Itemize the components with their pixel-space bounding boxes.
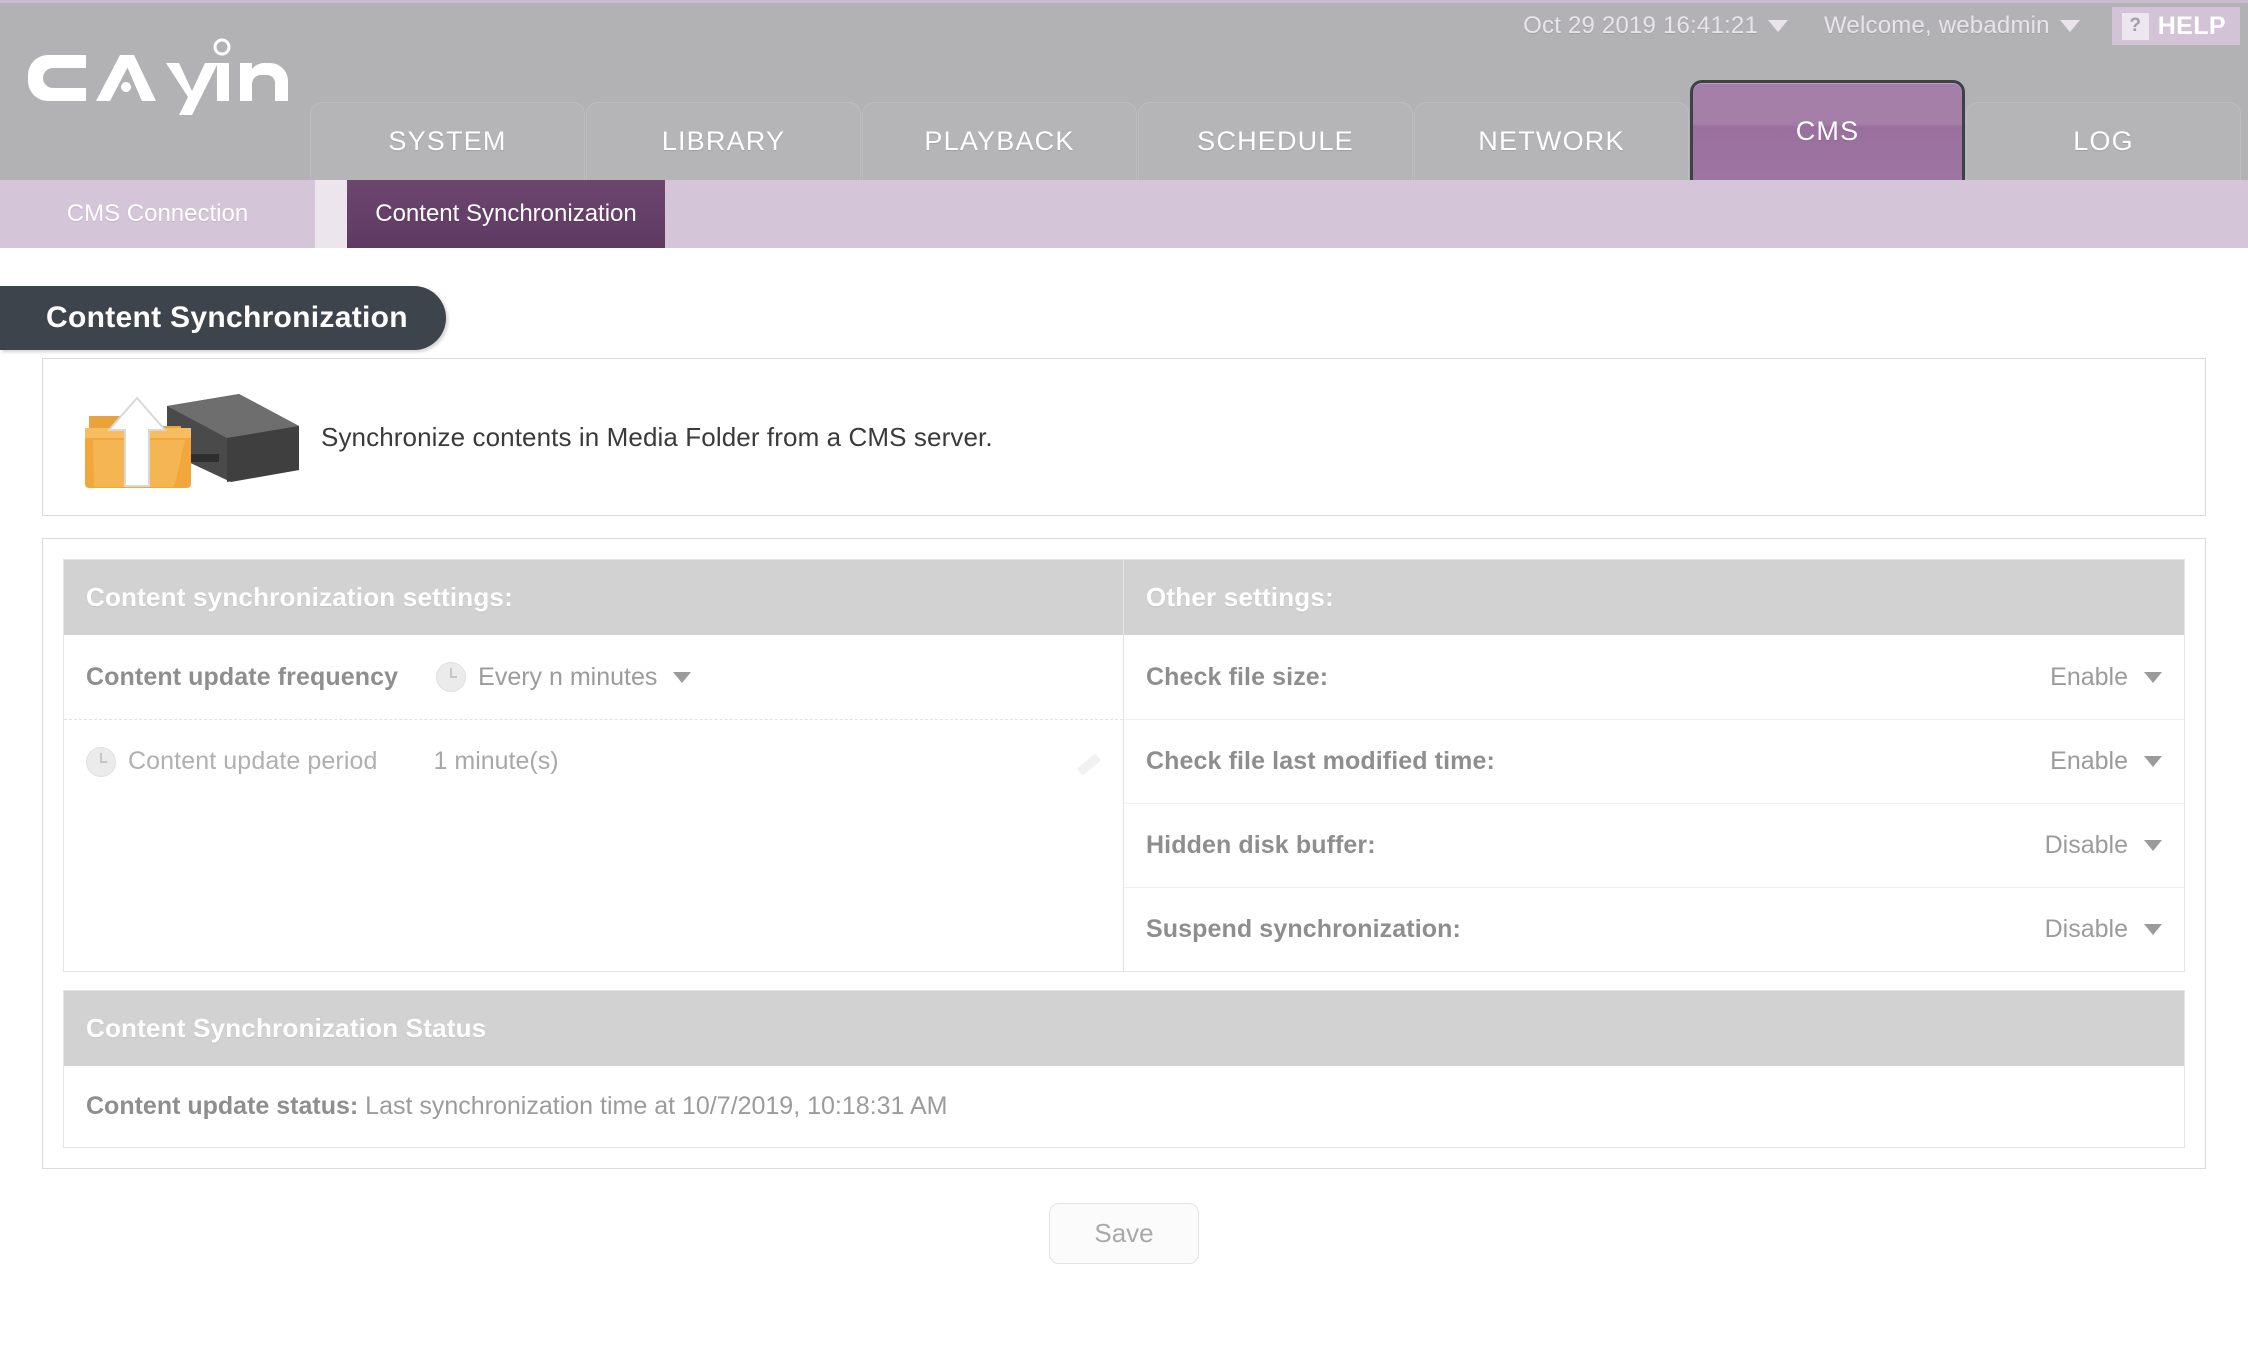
content-sync-status-heading: Content Synchronization Status <box>64 991 2184 1066</box>
subtab-label: CMS Connection <box>66 199 249 227</box>
content-update-frequency-label: Content update frequency <box>86 662 399 691</box>
tab-label: CMS <box>1795 116 1860 146</box>
tab-label: LOG <box>2073 126 2134 156</box>
row-hidden-disk-buffer: Hidden disk buffer: Disable <box>1124 803 2184 887</box>
chevron-down-icon <box>673 671 692 683</box>
hidden-disk-buffer-label: Hidden disk buffer: <box>1146 831 1376 859</box>
content-update-status-label: Content update status: <box>86 1092 359 1120</box>
content-update-frequency-select[interactable]: Every n minutes <box>436 662 692 692</box>
chevron-down-icon <box>1768 20 1788 32</box>
page-title-area: Content Synchronization <box>0 248 2248 358</box>
question-mark-icon: ? <box>2121 12 2149 40</box>
main-tab-bar: SYSTEM LIBRARY PLAYBACK SCHEDULE NETWORK… <box>310 80 2242 180</box>
content-sync-settings-panel: Content synchronization settings: Conten… <box>64 560 1124 971</box>
user-menu[interactable]: Welcome, webadmin <box>1806 3 2098 49</box>
content-sync-settings-heading: Content synchronization settings: <box>64 560 1123 635</box>
save-button[interactable]: Save <box>1049 1203 1199 1264</box>
content-update-status-value: Last synchronization time at 10/7/2019, … <box>365 1092 948 1120</box>
check-file-last-modified-time-select[interactable]: Enable <box>2050 747 2162 776</box>
check-file-size-label: Check file size: <box>1146 662 1329 691</box>
cayin-logo <box>26 25 296 115</box>
page-content: Synchronize contents in Media Folder fro… <box>0 358 2248 1264</box>
sub-nav-bar: CMS Connection Content Synchronization <box>0 180 2248 248</box>
welcome-label: Welcome, webadmin <box>1824 12 2050 39</box>
page-description-text: Synchronize contents in Media Folder fro… <box>321 421 993 452</box>
tab-label: PLAYBACK <box>924 126 1075 156</box>
tab-cms[interactable]: CMS <box>1690 80 1965 180</box>
tab-network[interactable]: NETWORK <box>1414 102 1689 180</box>
content-update-period-value: 1 minute(s) <box>433 747 559 775</box>
other-settings-heading: Other settings: <box>1124 560 2184 635</box>
check-file-size-value: Enable <box>2050 662 2128 691</box>
pencil-icon[interactable] <box>1075 749 1101 775</box>
tab-log[interactable]: LOG <box>1966 102 2241 180</box>
settings-container: Content synchronization settings: Conten… <box>42 538 2206 1169</box>
page-description-box: Synchronize contents in Media Folder fro… <box>42 358 2206 516</box>
content-sync-settings-rows: Content update frequency Every n minutes… <box>64 635 1123 959</box>
content-update-status-row: Content update status: Last synchronizat… <box>64 1066 2184 1147</box>
suspend-synchronization-value: Disable <box>2044 915 2128 943</box>
tab-label: SYSTEM <box>388 126 507 156</box>
hidden-disk-buffer-select[interactable]: Disable <box>2045 831 2162 860</box>
tab-system[interactable]: SYSTEM <box>310 102 585 180</box>
subnav-divider <box>315 180 347 248</box>
clock-icon <box>86 746 116 777</box>
check-file-last-modified-time-value: Enable <box>2050 747 2128 775</box>
suspend-synchronization-select[interactable]: Disable <box>2045 915 2162 944</box>
check-file-size-select[interactable]: Enable <box>2050 663 2162 692</box>
datetime-label: Oct 29 2019 16:41:21 <box>1523 12 1758 39</box>
chevron-down-icon <box>2144 924 2162 935</box>
help-label: HELP <box>2157 11 2226 40</box>
content-update-frequency-value: Every n minutes <box>478 662 658 691</box>
clock-icon <box>436 662 467 692</box>
row-content-update-period: Content update period 1 minute(s) <box>64 719 1123 803</box>
tab-playback[interactable]: PLAYBACK <box>862 102 1137 180</box>
chevron-down-icon <box>2144 671 2162 683</box>
content-sync-status-panel: Content Synchronization Status Content u… <box>63 990 2185 1148</box>
form-actions: Save <box>42 1169 2206 1264</box>
subtab-content-synchronization[interactable]: Content Synchronization <box>347 180 665 248</box>
chevron-down-icon <box>2144 756 2162 767</box>
datetime-menu[interactable]: Oct 29 2019 16:41:21 <box>1505 3 1806 49</box>
app-header: Oct 29 2019 16:41:21 Welcome, webadmin ?… <box>0 0 2248 180</box>
check-file-last-modified-time-label: Check file last modified time: <box>1146 747 1495 775</box>
tab-label: SCHEDULE <box>1197 126 1354 156</box>
content-update-period-label: Content update period <box>128 747 378 775</box>
help-button[interactable]: ? HELP <box>2111 7 2240 45</box>
chevron-down-icon <box>2059 20 2080 32</box>
settings-panels: Content synchronization settings: Conten… <box>63 559 2185 972</box>
header-utility-strip: Oct 29 2019 16:41:21 Welcome, webadmin ?… <box>1505 3 2248 49</box>
other-settings-panel: Other settings: Check file size: Enable … <box>1124 560 2184 971</box>
page-title: Content Synchronization <box>0 286 446 350</box>
subtab-label: Content Synchronization <box>375 199 637 227</box>
hidden-disk-buffer-value: Disable <box>2044 831 2128 859</box>
row-check-file-size: Check file size: Enable <box>1124 635 2184 719</box>
tab-schedule[interactable]: SCHEDULE <box>1138 102 1413 180</box>
row-content-update-frequency: Content update frequency Every n minutes <box>64 635 1123 719</box>
tab-label: NETWORK <box>1478 126 1625 156</box>
suspend-synchronization-label: Suspend synchronization: <box>1146 915 1461 943</box>
row-suspend-synchronization: Suspend synchronization: Disable <box>1124 887 2184 971</box>
chevron-down-icon <box>2144 840 2162 851</box>
tab-library[interactable]: LIBRARY <box>586 102 861 180</box>
subtab-cms-connection[interactable]: CMS Connection <box>0 180 315 248</box>
row-check-file-last-modified-time: Check file last modified time: Enable <box>1124 719 2184 803</box>
tab-label: LIBRARY <box>661 126 786 156</box>
folder-upload-server-icon <box>71 382 321 492</box>
